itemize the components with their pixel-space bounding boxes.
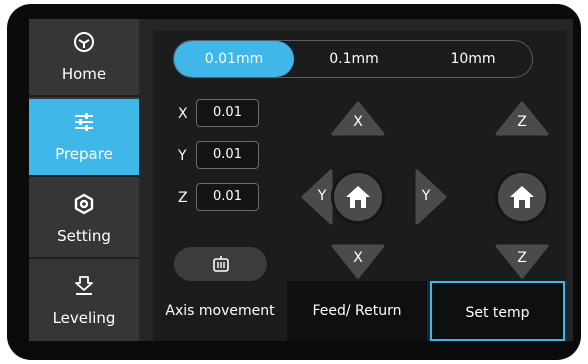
leveling-icon bbox=[73, 275, 95, 297]
y-axis-label: Y bbox=[178, 148, 187, 164]
tab-set-temp[interactable]: Set temp bbox=[430, 281, 565, 341]
y-step-field[interactable]: 0.01 bbox=[196, 141, 259, 169]
x-axis-label: X bbox=[178, 106, 188, 122]
step-option-0-1mm[interactable]: 0.1mm bbox=[294, 41, 414, 77]
home-xy-button[interactable] bbox=[331, 170, 385, 224]
axis-control-panel: 0.01mm 0.1mm 10mm X 0.01 Y 0.01 Z 0.01 X… bbox=[153, 31, 567, 281]
z-minus-button[interactable]: Z bbox=[495, 244, 549, 279]
sidebar-item-label: Home bbox=[61, 65, 107, 83]
tab-axis-movement[interactable]: Axis movement bbox=[153, 281, 287, 341]
sidebar-item-label: Leveling bbox=[52, 309, 116, 327]
home-icon bbox=[346, 186, 370, 208]
tab-feed-return[interactable]: Feed/ Return bbox=[287, 281, 427, 341]
sidebar: Home Prepare Setting Leveling bbox=[29, 19, 139, 341]
z-plus-label: Z bbox=[517, 114, 527, 130]
x-step-field[interactable]: 0.01 bbox=[196, 99, 259, 127]
sidebar-item-home[interactable]: Home bbox=[29, 19, 139, 97]
x-minus-label: X bbox=[353, 250, 363, 266]
sidebar-item-setting[interactable]: Setting bbox=[29, 181, 139, 259]
y-plus-label: Y bbox=[421, 188, 431, 204]
settings-icon bbox=[73, 193, 95, 215]
step-option-10mm[interactable]: 10mm bbox=[414, 41, 532, 77]
sidebar-item-leveling[interactable]: Leveling bbox=[29, 263, 139, 341]
sliders-icon bbox=[73, 111, 95, 133]
home-icon bbox=[510, 186, 534, 208]
sidebar-item-label: Prepare bbox=[55, 145, 113, 163]
home-z-button[interactable] bbox=[495, 170, 549, 224]
x-plus-label: X bbox=[353, 114, 363, 130]
sidebar-item-prepare[interactable]: Prepare bbox=[29, 99, 139, 177]
sidebar-item-label: Setting bbox=[57, 227, 111, 245]
touch-screen: Home Prepare Setting Leveling 0.01mm 0.1… bbox=[29, 19, 573, 341]
y-minus-button[interactable]: Y bbox=[301, 169, 333, 225]
x-plus-button[interactable]: X bbox=[331, 101, 385, 136]
z-minus-label: Z bbox=[517, 250, 527, 266]
motor-icon bbox=[212, 255, 230, 273]
step-option-0-01mm[interactable]: 0.01mm bbox=[174, 41, 294, 77]
bottom-tab-bar: Axis movement Feed/ Return Set temp bbox=[153, 281, 567, 341]
step-size-selector: 0.01mm 0.1mm 10mm bbox=[173, 40, 533, 78]
x-minus-button[interactable]: X bbox=[331, 244, 385, 279]
motor-unlock-button[interactable] bbox=[174, 247, 267, 281]
y-minus-label: Y bbox=[317, 188, 327, 204]
z-plus-button[interactable]: Z bbox=[495, 101, 549, 136]
y-plus-button[interactable]: Y bbox=[415, 169, 447, 225]
cube-icon bbox=[73, 31, 95, 53]
z-step-field[interactable]: 0.01 bbox=[196, 183, 259, 211]
z-axis-label: Z bbox=[178, 190, 188, 206]
